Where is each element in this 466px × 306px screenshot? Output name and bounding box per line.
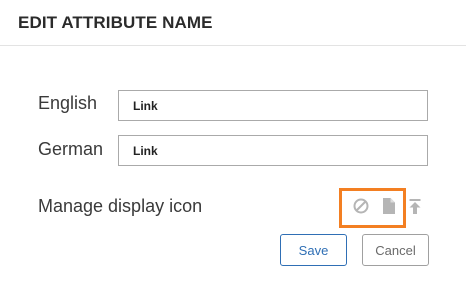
dialog-header: EDIT ATTRIBUTE NAME [0,0,466,46]
save-button[interactable]: Save [280,234,347,266]
edit-attribute-dialog: EDIT ATTRIBUTE NAME English German Manag… [0,0,466,306]
cancel-button[interactable]: Cancel [362,234,429,266]
german-label: German [38,139,104,159]
manage-display-icon-label: Manage display icon [38,196,203,216]
german-name-input[interactable] [118,135,428,166]
english-label: English [38,93,98,113]
file-icon[interactable] [382,197,396,215]
no-icon-icon[interactable] [352,197,370,215]
upload-icon[interactable] [408,198,422,215]
dialog-title: EDIT ATTRIBUTE NAME [18,13,213,32]
english-name-input[interactable] [118,90,428,121]
